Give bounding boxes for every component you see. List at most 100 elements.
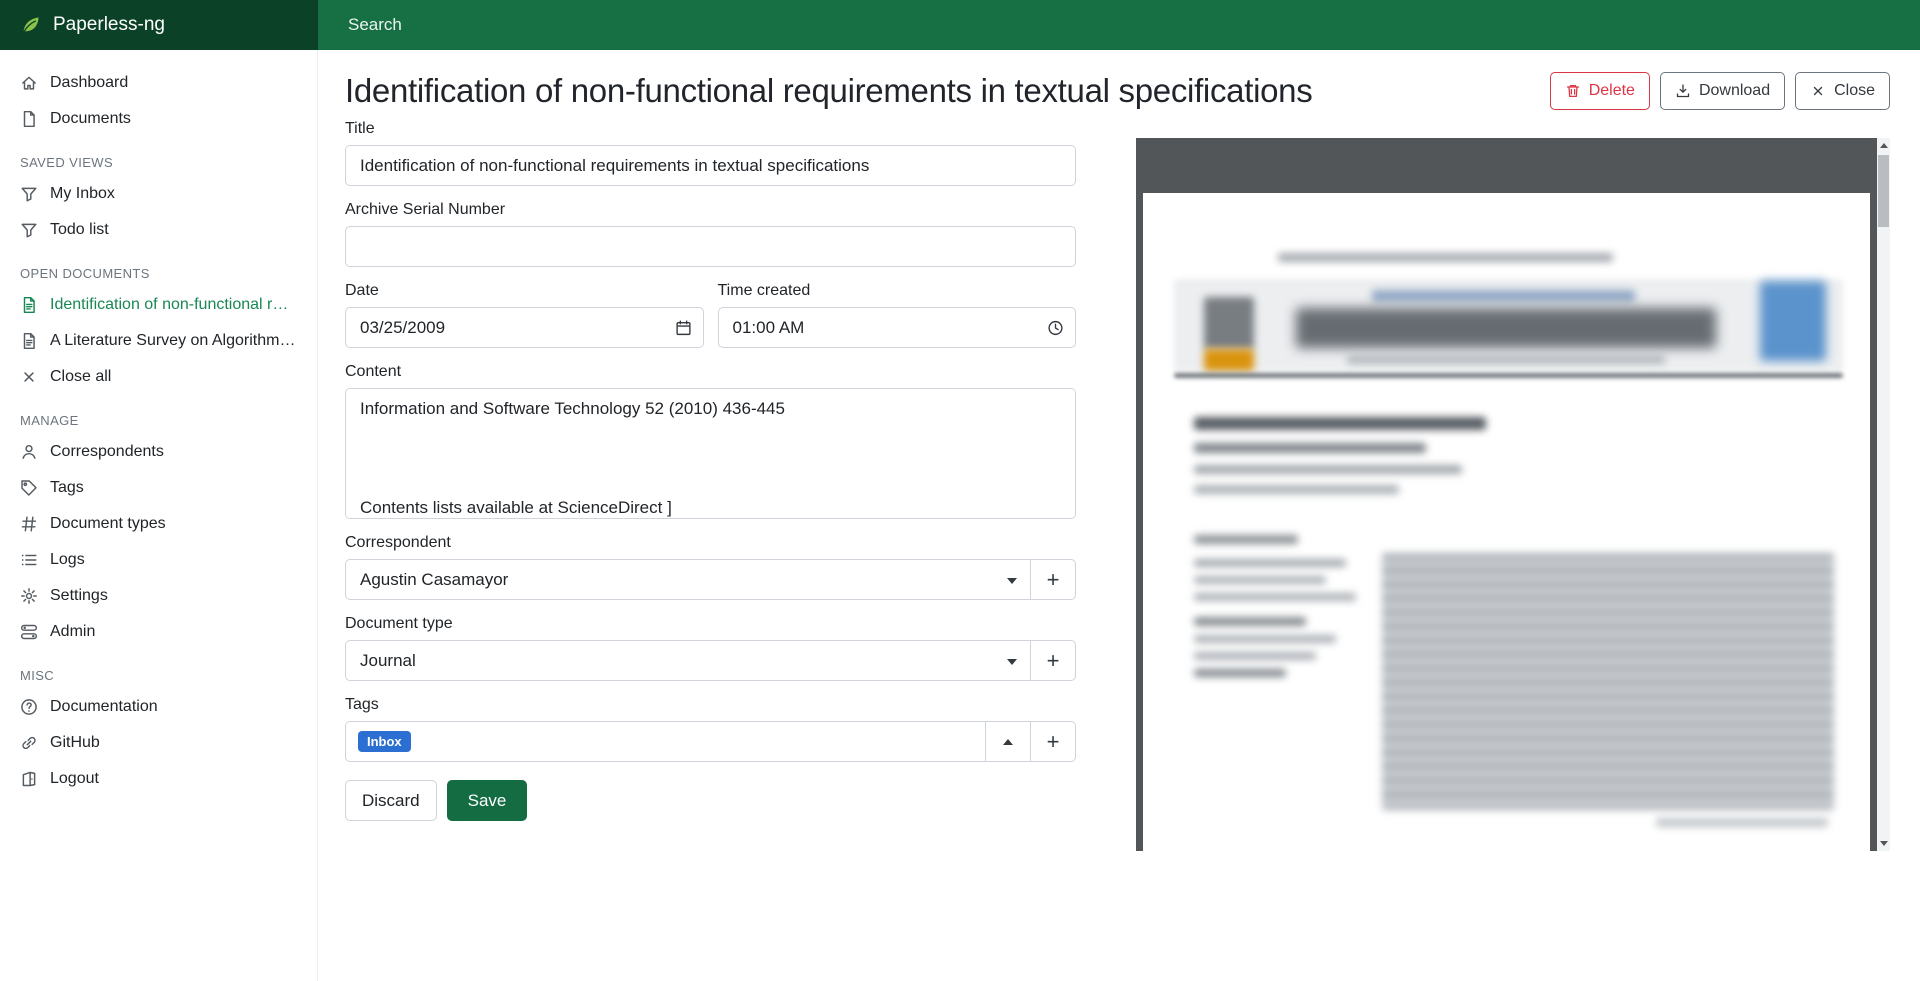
scroll-down-arrow-icon[interactable] <box>1880 841 1888 846</box>
page-title: Identification of non-functional require… <box>345 72 1312 110</box>
sidebar-item-label: A Literature Survey on Algorithms for Mu… <box>50 332 297 350</box>
sidebar-item-my-inbox[interactable]: My Inbox <box>0 176 317 212</box>
pdf-sciencedirect-line <box>1372 290 1635 302</box>
title-input[interactable] <box>345 145 1076 186</box>
pdf-header-rule <box>1174 373 1843 378</box>
tag-badge-inbox[interactable]: Inbox <box>358 731 411 752</box>
tags-dropdown-toggle[interactable] <box>985 721 1031 762</box>
sidebar-item-document-types[interactable]: Document types <box>0 506 317 542</box>
preview-scrollbar[interactable] <box>1877 138 1890 851</box>
sidebar-item-label: Admin <box>50 623 95 641</box>
sidebar-item-label: Todo list <box>50 221 109 239</box>
sidebar-item-label: Dashboard <box>50 74 128 92</box>
sidebar-item-settings[interactable]: Settings <box>0 578 317 614</box>
pdf-info-line <box>1194 559 1346 567</box>
time-created-input[interactable] <box>718 307 1077 348</box>
link-icon <box>20 734 38 752</box>
sidebar-item-dashboard[interactable]: Dashboard <box>0 65 317 101</box>
delete-button-label: Delete <box>1589 82 1635 100</box>
pdf-affiliation-line <box>1194 485 1399 494</box>
close-button[interactable]: Close <box>1795 72 1890 110</box>
search-input[interactable] <box>346 14 846 36</box>
pdf-keywords-heading <box>1194 617 1306 626</box>
sidebar-item-label: Documentation <box>50 698 158 716</box>
add-correspondent-button[interactable]: + <box>1030 559 1076 600</box>
correspondent-label: Correspondent <box>345 534 1076 552</box>
funnel-icon <box>20 221 38 239</box>
pdf-footer-line <box>1656 818 1828 827</box>
door-open-icon <box>20 770 38 788</box>
document-edit-form: Title Archive Serial Number Date Time cr… <box>318 120 1076 821</box>
pdf-paper-title <box>1194 417 1486 430</box>
pdf-info-line <box>1194 576 1326 584</box>
hash-icon <box>20 515 38 533</box>
sidebar-item-tags[interactable]: Tags <box>0 470 317 506</box>
sidebar-item-label: Logs <box>50 551 85 569</box>
close-icon <box>1810 83 1826 99</box>
scroll-up-arrow-icon[interactable] <box>1880 143 1888 148</box>
sidebar-item-admin[interactable]: Admin <box>0 614 317 650</box>
file-text-icon <box>20 332 38 350</box>
document-actions: Delete Download Close <box>1550 72 1890 110</box>
file-icon <box>20 110 38 128</box>
content-textarea[interactable]: Information and Software Technology 52 (… <box>345 388 1076 519</box>
document-type-label: Document type <box>345 615 1076 633</box>
document-type-select[interactable]: Journal <box>345 640 1031 681</box>
pdf-keyword-line <box>1194 652 1316 660</box>
plus-icon: + <box>1047 648 1060 674</box>
delete-button[interactable]: Delete <box>1550 72 1650 110</box>
save-button[interactable]: Save <box>447 780 528 821</box>
asn-label: Archive Serial Number <box>345 201 1076 219</box>
sidebar-heading-manage: MANAGE <box>20 413 297 428</box>
sidebar-item-logs[interactable]: Logs <box>0 542 317 578</box>
date-input[interactable] <box>345 307 704 348</box>
sidebar-item-logout[interactable]: Logout <box>0 761 317 797</box>
sidebar-item-label: GitHub <box>50 734 100 752</box>
header-search-area <box>318 0 1920 50</box>
sidebar-item-github[interactable]: GitHub <box>0 725 317 761</box>
scrollbar-thumb[interactable] <box>1878 155 1889 227</box>
sidebar-heading-misc: MISC <box>20 668 297 683</box>
sidebar-open-doc-2[interactable]: A Literature Survey on Algorithms for Mu… <box>0 323 317 359</box>
pdf-publisher-logo-accent <box>1204 349 1254 371</box>
discard-button[interactable]: Discard <box>345 780 437 821</box>
sidebar-item-label: Tags <box>50 479 84 497</box>
plus-icon: + <box>1047 729 1060 755</box>
sidebar-item-correspondents[interactable]: Correspondents <box>0 434 317 470</box>
document-preview[interactable] <box>1136 138 1890 851</box>
add-document-type-button[interactable]: + <box>1030 640 1076 681</box>
paperless-leaf-icon <box>20 14 42 36</box>
app-brand[interactable]: Paperless-ng <box>0 0 318 50</box>
sidebar-item-label: Identification of non-functional require… <box>50 296 297 314</box>
sidebar-close-all[interactable]: Close all <box>0 359 317 395</box>
sidebar-item-todo-list[interactable]: Todo list <box>0 212 317 248</box>
pdf-affiliation-line <box>1194 465 1462 474</box>
pdf-publisher-logo <box>1204 297 1254 349</box>
app-brand-label: Paperless-ng <box>53 14 165 36</box>
sidebar-heading-open-documents: OPEN DOCUMENTS <box>20 266 297 281</box>
sidebar-item-label: Documents <box>50 110 131 128</box>
correspondent-select[interactable]: Agustin Casamayor <box>345 559 1031 600</box>
download-button[interactable]: Download <box>1660 72 1785 110</box>
person-icon <box>20 443 38 461</box>
chevron-up-icon <box>1003 739 1013 745</box>
gear-icon <box>20 587 38 605</box>
date-label: Date <box>345 282 704 300</box>
question-circle-icon <box>20 698 38 716</box>
sidebar-item-documentation[interactable]: Documentation <box>0 689 317 725</box>
add-tag-button[interactable]: + <box>1030 721 1076 762</box>
pdf-authors-line <box>1194 443 1426 453</box>
trash-icon <box>1565 83 1581 99</box>
time-created-label: Time created <box>718 282 1077 300</box>
tags-input[interactable]: Inbox <box>345 721 986 762</box>
sidebar-heading-saved-views: SAVED VIEWS <box>20 155 297 170</box>
pdf-abstract-block <box>1382 553 1834 810</box>
asn-input[interactable] <box>345 226 1076 267</box>
plus-icon: + <box>1047 567 1060 593</box>
sidebar-open-doc-1[interactable]: Identification of non-functional require… <box>0 287 317 323</box>
sidebar-item-documents[interactable]: Documents <box>0 101 317 137</box>
download-button-label: Download <box>1699 82 1770 100</box>
pdf-keyword-line <box>1194 635 1336 643</box>
pdf-journal-subtitle <box>1347 355 1665 364</box>
list-icon <box>20 551 38 569</box>
